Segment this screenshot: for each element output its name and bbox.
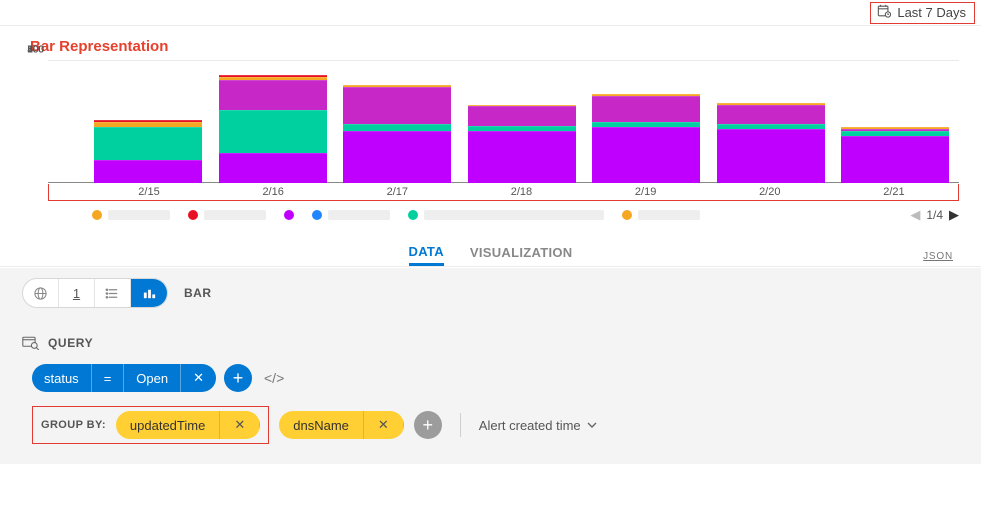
- tab-visualization[interactable]: VISUALIZATION: [470, 245, 573, 266]
- filter-remove-icon[interactable]: ✕: [181, 364, 216, 392]
- separator: [460, 413, 461, 437]
- bar-segment: [219, 153, 327, 183]
- bar-segment: [219, 80, 327, 110]
- bar-segment: [592, 96, 700, 122]
- legend-label-placeholder: [204, 210, 266, 220]
- calendar-icon: [877, 4, 891, 21]
- list-icon[interactable]: [95, 279, 131, 307]
- alert-time-selector[interactable]: Alert created time: [479, 418, 597, 433]
- json-toggle[interactable]: JSON: [923, 251, 953, 262]
- view-toolbar: 1 BAR: [22, 278, 959, 308]
- chart-title: Bar Representation: [30, 38, 959, 55]
- filter-field: status: [32, 364, 92, 392]
- globe-icon[interactable]: [23, 279, 59, 307]
- group-by-primary-box: GROUP BY: updatedTime ✕: [32, 406, 269, 444]
- alert-time-label: Alert created time: [479, 418, 581, 433]
- legend-dot-orange: [92, 210, 102, 220]
- data-section: 1 BAR QUERY status = Open ✕ + </>: [0, 267, 981, 464]
- bar-segment: [94, 127, 202, 160]
- x-tick: 2/15: [95, 186, 203, 198]
- x-tick: 2/17: [343, 186, 451, 198]
- filter-value: Open: [124, 364, 181, 392]
- query-label: QUERY: [48, 336, 93, 350]
- filter-op: =: [92, 364, 125, 392]
- bar-stack[interactable]: [94, 120, 202, 183]
- bar-segment: [343, 87, 451, 124]
- bar-chart-icon[interactable]: [131, 279, 167, 307]
- legend-label-placeholder: [328, 210, 390, 220]
- filter-row: status = Open ✕ + </>: [22, 364, 959, 392]
- filter-pill-status[interactable]: status = Open ✕: [32, 364, 216, 392]
- y-tick: 700: [22, 45, 44, 56]
- legend-dot-teal: [408, 210, 418, 220]
- legend-pager: ◀ 1/4 ▶: [910, 207, 959, 223]
- x-tick: 2/21: [840, 186, 948, 198]
- bar-segment: [717, 105, 825, 124]
- bar-segment: [717, 129, 825, 183]
- bar-stack[interactable]: [468, 105, 576, 183]
- group-by-remove-icon-2[interactable]: ✕: [364, 411, 404, 439]
- bar-segment: [592, 127, 700, 183]
- legend-prev[interactable]: ◀: [910, 207, 920, 223]
- bar-stack[interactable]: [219, 75, 327, 183]
- record-count[interactable]: 1: [59, 279, 95, 307]
- group-by-remove-icon[interactable]: ✕: [220, 411, 260, 439]
- top-bar: Last 7 Days: [0, 0, 981, 26]
- x-axis-labels: 2/15 2/16 2/17 2/18 2/19 2/20 2/21: [95, 186, 948, 200]
- bar-stack[interactable]: [343, 85, 451, 183]
- legend-dot-blue: [312, 210, 322, 220]
- chart-panel: Bar Representation 010020030040050060070…: [0, 26, 981, 223]
- legend-label-placeholder: [108, 210, 170, 220]
- group-by-label: GROUP BY:: [41, 419, 106, 431]
- query-header: QUERY: [22, 336, 959, 350]
- group-by-pill-updatedtime[interactable]: updatedTime ✕: [116, 411, 260, 439]
- x-tick: 2/20: [716, 186, 824, 198]
- tab-data[interactable]: DATA: [409, 244, 444, 266]
- bar-segment: [468, 106, 576, 125]
- time-range-label: Last 7 Days: [897, 5, 966, 20]
- bar-segment: [343, 131, 451, 183]
- legend: ◀ 1/4 ▶: [22, 207, 959, 223]
- view-mode-label: BAR: [184, 286, 212, 300]
- bar-segment: [94, 160, 202, 183]
- legend-next[interactable]: ▶: [949, 207, 959, 223]
- add-group-by-button[interactable]: +: [414, 411, 442, 439]
- chevron-down-icon: [587, 420, 597, 430]
- code-icon[interactable]: </>: [264, 370, 284, 386]
- group-by-pill-dnsname[interactable]: dnsName ✕: [279, 411, 404, 439]
- bar-segment: [468, 131, 576, 183]
- legend-label-placeholder: [638, 210, 700, 220]
- legend-dot-purple: [284, 210, 294, 220]
- x-tick: 2/18: [467, 186, 575, 198]
- bar-stack[interactable]: [592, 94, 700, 183]
- group-by-field-2: dnsName: [279, 411, 364, 439]
- group-by-field: updatedTime: [116, 411, 220, 439]
- time-range-selector[interactable]: Last 7 Days: [870, 2, 975, 24]
- x-tick: 2/19: [592, 186, 700, 198]
- legend-page-indicator: 1/4: [926, 208, 943, 222]
- x-tick: 2/16: [219, 186, 327, 198]
- query-icon: [22, 336, 40, 350]
- tabs: DATA VISUALIZATION JSON: [0, 239, 981, 267]
- chart-plot: 0100200300400500600700: [48, 61, 959, 183]
- legend-dot-orange-2: [622, 210, 632, 220]
- group-by-row: GROUP BY: updatedTime ✕ dnsName ✕ + Aler…: [22, 406, 959, 444]
- legend-label-placeholder: [424, 210, 604, 220]
- bar-stack[interactable]: [717, 103, 825, 183]
- bar-stack[interactable]: [841, 127, 949, 183]
- bar-segment: [219, 110, 327, 154]
- bar-segment: [841, 136, 949, 183]
- add-filter-button[interactable]: +: [224, 364, 252, 392]
- legend-dot-red: [188, 210, 198, 220]
- bar-segment: [343, 124, 451, 131]
